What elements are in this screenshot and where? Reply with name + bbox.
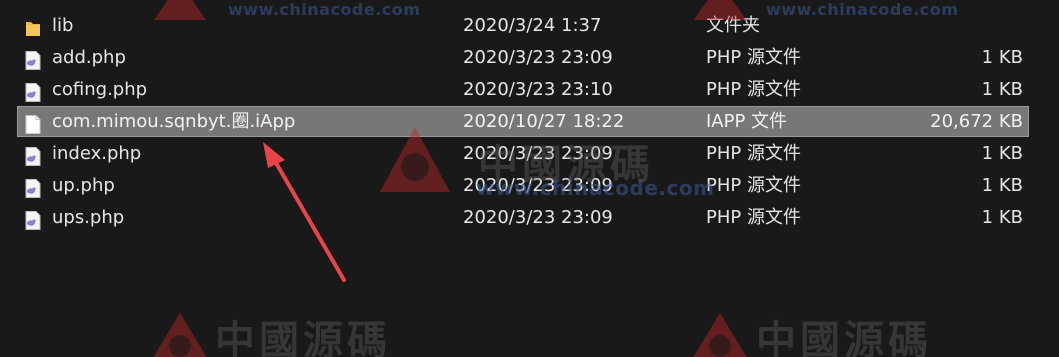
- file-type: IAPP 文件: [706, 111, 788, 132]
- watermark-logo-icon: [693, 313, 747, 357]
- file-row-index-php[interactable]: index.php 2020/3/23 23:09 PHP 源文件 1 KB: [0, 138, 1059, 170]
- file-row-ups-php[interactable]: ups.php 2020/3/23 23:09 PHP 源文件 1 KB: [0, 202, 1059, 234]
- blank-file-icon: [25, 113, 41, 134]
- file-size: 1 KB: [981, 47, 1023, 68]
- file-explorer-window: lib 2020/3/24 1:37 文件夹 add.php 2020/3/23…: [0, 0, 1059, 357]
- php-file-icon: [25, 145, 41, 166]
- file-type: PHP 源文件: [706, 175, 801, 196]
- file-size: 1 KB: [981, 175, 1023, 196]
- php-file-icon: [25, 209, 41, 230]
- file-type: PHP 源文件: [706, 143, 801, 164]
- file-row-cofing-php[interactable]: cofing.php 2020/3/23 23:10 PHP 源文件 1 KB: [0, 74, 1059, 106]
- file-type: PHP 源文件: [706, 47, 801, 68]
- php-file-icon: [25, 49, 41, 70]
- file-row-up-php[interactable]: up.php 2020/3/23 23:09 PHP 源文件 1 KB: [0, 170, 1059, 202]
- file-name: lib: [52, 15, 74, 36]
- file-list: lib 2020/3/24 1:37 文件夹 add.php 2020/3/23…: [0, 10, 1059, 234]
- file-type: 文件夹: [706, 15, 760, 36]
- watermark-chinese: 中國源碼: [215, 318, 391, 357]
- file-name: cofing.php: [52, 79, 148, 100]
- file-size: 1 KB: [981, 143, 1023, 164]
- file-row-add-php[interactable]: add.php 2020/3/23 23:09 PHP 源文件 1 KB: [0, 42, 1059, 74]
- file-row-lib[interactable]: lib 2020/3/24 1:37 文件夹: [0, 10, 1059, 42]
- watermark-chinese: 中國源碼: [756, 318, 932, 357]
- watermark-logo-icon: [153, 313, 207, 357]
- file-name: up.php: [52, 175, 115, 196]
- file-date: 2020/10/27 18:22: [463, 111, 625, 132]
- folder-icon: [25, 17, 41, 36]
- file-type: PHP 源文件: [706, 79, 801, 100]
- file-name: add.php: [52, 47, 126, 68]
- file-type: PHP 源文件: [706, 207, 801, 228]
- file-date: 2020/3/23 23:09: [463, 175, 613, 196]
- file-date: 2020/3/23 23:09: [463, 143, 613, 164]
- file-name: com.mimou.sqnbyt.圈.iApp: [52, 111, 296, 132]
- file-size: 1 KB: [981, 207, 1023, 228]
- file-name: index.php: [52, 143, 142, 164]
- php-file-icon: [25, 81, 41, 102]
- file-date: 2020/3/24 1:37: [463, 15, 602, 36]
- php-file-icon: [25, 177, 41, 198]
- file-date: 2020/3/23 23:09: [463, 47, 613, 68]
- file-row-iapp[interactable]: com.mimou.sqnbyt.圈.iApp 2020/10/27 18:22…: [0, 106, 1059, 138]
- file-date: 2020/3/23 23:10: [463, 79, 613, 100]
- file-date: 2020/3/23 23:09: [463, 207, 613, 228]
- file-size: 1 KB: [981, 79, 1023, 100]
- file-name: ups.php: [52, 207, 125, 228]
- file-size: 20,672 KB: [930, 111, 1023, 132]
